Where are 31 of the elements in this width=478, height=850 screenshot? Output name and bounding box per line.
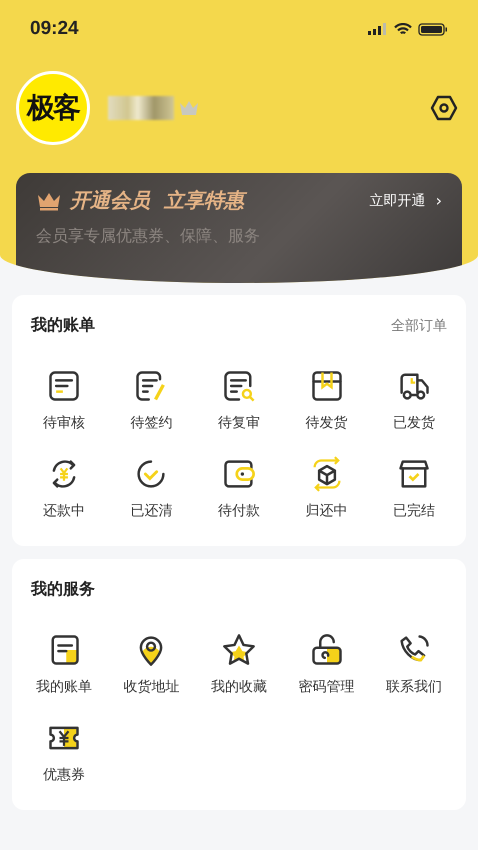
crown-icon bbox=[36, 190, 62, 210]
menu-item[interactable]: 已发货 bbox=[370, 368, 458, 432]
wifi-icon bbox=[394, 22, 412, 36]
status-time: 09:24 bbox=[30, 18, 79, 40]
menu-item[interactable]: 联系我们 bbox=[370, 632, 458, 696]
menu-item[interactable]: 待发货 bbox=[282, 368, 370, 432]
crown-icon bbox=[178, 99, 200, 117]
section-title: 我的服务 bbox=[31, 579, 95, 600]
menu-item[interactable]: 待复审 bbox=[195, 368, 283, 432]
menu-item[interactable]: 我的收藏 bbox=[195, 632, 283, 696]
section-title: 我的账单 bbox=[31, 315, 95, 336]
signal-icon bbox=[368, 23, 388, 35]
menu-item[interactable]: 密码管理 bbox=[282, 632, 370, 696]
menu-item[interactable]: 优惠券 bbox=[20, 720, 108, 784]
settings-icon[interactable] bbox=[430, 94, 458, 122]
blurred-username bbox=[108, 96, 174, 120]
battery-icon bbox=[418, 22, 448, 36]
open-vip-link[interactable]: 立即开通 bbox=[370, 192, 426, 210]
menu-item[interactable]: 待签约 bbox=[108, 368, 196, 432]
chevron-icon: › bbox=[436, 191, 442, 210]
menu-item[interactable]: 待付款 bbox=[195, 456, 283, 520]
menu-item[interactable]: 已还清 bbox=[108, 456, 196, 520]
menu-item[interactable]: 待审核 bbox=[20, 368, 108, 432]
menu-item[interactable]: 归还中 bbox=[282, 456, 370, 520]
menu-item[interactable]: 已完结 bbox=[370, 456, 458, 520]
menu-item[interactable]: 还款中 bbox=[20, 456, 108, 520]
star-icon bbox=[220, 632, 257, 668]
menu-item[interactable]: 收货地址 bbox=[108, 632, 196, 696]
menu-item[interactable]: 我的账单 bbox=[20, 632, 108, 696]
app-logo: 极客 bbox=[16, 71, 90, 145]
all-orders-link[interactable]: 全部订单 bbox=[391, 316, 447, 334]
